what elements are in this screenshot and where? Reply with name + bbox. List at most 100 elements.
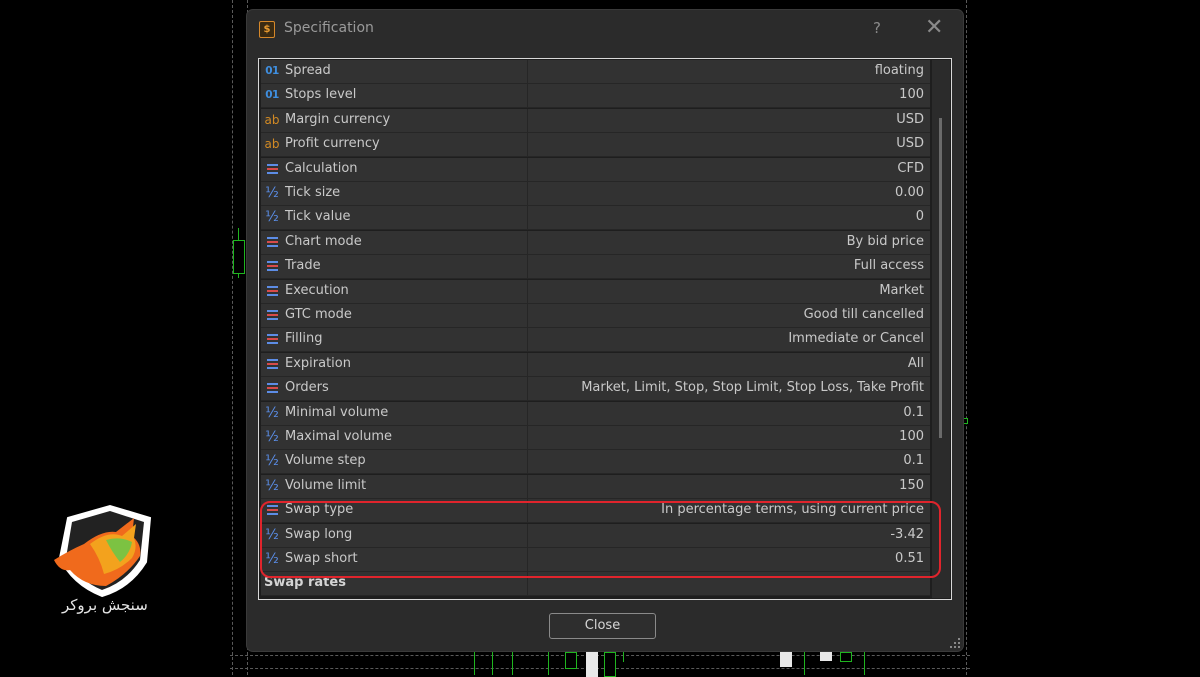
row-label: Filling xyxy=(285,331,323,347)
resize-grip-icon[interactable] xyxy=(950,638,960,648)
row-label: Maximal volume xyxy=(285,429,393,444)
column-divider xyxy=(527,230,528,254)
column-divider xyxy=(527,450,528,474)
swap-highlight-box xyxy=(260,501,941,578)
row-value: Full access xyxy=(853,258,924,274)
table-row[interactable]: 01 Stops level 100 xyxy=(261,84,930,109)
table-row[interactable]: 01 Spread floating xyxy=(261,60,930,84)
table-row[interactable]: Filling Immediate or Cancel xyxy=(261,328,930,353)
list-icon xyxy=(264,381,280,396)
column-divider xyxy=(527,133,528,157)
title-bar[interactable]: $ Specification ? ✕ xyxy=(247,10,963,48)
row-value: 100 xyxy=(899,87,924,103)
row-label: Tick value xyxy=(285,209,351,225)
row-label: Expiration xyxy=(285,355,351,371)
column-divider xyxy=(527,206,528,230)
row-label: Orders xyxy=(285,380,329,396)
column-divider xyxy=(527,255,528,279)
fraction-icon: ½ xyxy=(265,209,279,226)
row-value: CFD xyxy=(897,160,924,176)
scroll-thumb[interactable] xyxy=(939,118,942,438)
list-icon xyxy=(264,259,280,274)
dollar-icon: $ xyxy=(259,21,275,38)
row-value: floating xyxy=(874,63,924,78)
list-icon xyxy=(264,332,280,347)
shield-logo-icon xyxy=(54,504,152,598)
column-divider xyxy=(527,84,528,108)
table-row[interactable]: Orders Market, Limit, Stop, Stop Limit, S… xyxy=(261,377,930,402)
row-label: GTC mode xyxy=(285,307,352,322)
column-divider xyxy=(527,304,528,327)
table-row[interactable]: ½ Tick size 0.00 xyxy=(261,182,930,206)
list-icon xyxy=(264,235,280,250)
table-row[interactable]: Expiration All xyxy=(261,352,930,377)
fraction-icon: ½ xyxy=(265,477,279,494)
row-value: All xyxy=(907,355,924,371)
text-icon: ab xyxy=(264,137,280,152)
column-divider xyxy=(527,108,528,132)
row-value: 150 xyxy=(899,477,924,493)
row-value: USD xyxy=(896,136,924,152)
table-row[interactable]: ½ Minimal volume 0.1 xyxy=(261,401,930,426)
list-icon xyxy=(264,162,280,177)
list-icon xyxy=(264,308,280,323)
column-divider xyxy=(527,60,528,83)
column-divider xyxy=(527,377,528,401)
row-label: Margin currency xyxy=(285,111,391,127)
row-label: Stops level xyxy=(285,87,357,103)
row-value: By bid price xyxy=(846,233,924,249)
row-value: Immediate or Cancel xyxy=(788,331,924,347)
row-value: 0 xyxy=(915,209,924,225)
column-divider xyxy=(527,279,528,303)
table-row[interactable]: ab Margin currency USD xyxy=(261,108,930,133)
row-label: Tick size xyxy=(285,185,341,200)
close-button[interactable]: Close xyxy=(549,613,656,639)
fraction-icon: ½ xyxy=(265,429,279,445)
row-value: 0.1 xyxy=(903,453,924,469)
table-row[interactable]: ½ Volume limit 150 xyxy=(261,474,930,499)
row-label: Spread xyxy=(285,63,331,78)
table-row[interactable]: Calculation CFD xyxy=(261,157,930,182)
table-row[interactable]: ½ Maximal volume 100 xyxy=(261,426,930,450)
close-icon[interactable]: ✕ xyxy=(925,15,943,40)
row-value: 0.1 xyxy=(903,404,924,420)
fraction-icon: ½ xyxy=(265,404,279,421)
column-divider xyxy=(527,426,528,449)
row-value: USD xyxy=(896,111,924,127)
column-divider xyxy=(527,474,528,498)
row-label: Calculation xyxy=(285,160,358,176)
column-divider xyxy=(527,157,528,181)
row-label: Volume step xyxy=(285,453,366,469)
number-icon: 01 xyxy=(265,65,279,77)
table-row[interactable]: ab Profit currency USD xyxy=(261,133,930,158)
row-label: Volume limit xyxy=(285,477,367,493)
row-label: Chart mode xyxy=(285,233,362,249)
table-row[interactable]: ½ Volume step 0.1 xyxy=(261,450,930,475)
table-row[interactable]: Chart mode By bid price xyxy=(261,230,930,255)
specification-dialog: $ Specification ? ✕ 01 Spread floating 01 St… xyxy=(247,10,963,651)
row-label: Execution xyxy=(285,282,349,298)
fraction-icon: ½ xyxy=(265,453,279,470)
table-row[interactable]: GTC mode Good till cancelled xyxy=(261,304,930,328)
row-value: Good till cancelled xyxy=(803,307,924,322)
table-row[interactable]: Trade Full access xyxy=(261,255,930,280)
row-label: Minimal volume xyxy=(285,404,389,420)
column-divider xyxy=(527,401,528,425)
column-divider xyxy=(527,352,528,376)
row-label: Trade xyxy=(285,258,321,274)
row-value: Market xyxy=(879,282,924,298)
row-value: Market, Limit, Stop, Stop Limit, Stop Lo… xyxy=(581,380,924,396)
table-row[interactable]: Execution Market xyxy=(261,279,930,304)
list-icon xyxy=(264,357,280,372)
row-value: 0.00 xyxy=(895,185,924,200)
fraction-icon: ½ xyxy=(265,185,279,201)
row-label: Profit currency xyxy=(285,136,380,152)
row-value: 100 xyxy=(899,429,924,444)
number-icon: 01 xyxy=(265,89,279,102)
list-icon xyxy=(264,284,280,299)
column-divider xyxy=(527,182,528,205)
help-button[interactable]: ? xyxy=(873,19,881,37)
dialog-title: Specification xyxy=(284,20,374,36)
table-row[interactable]: ½ Tick value 0 xyxy=(261,206,930,231)
text-icon: ab xyxy=(264,112,280,127)
